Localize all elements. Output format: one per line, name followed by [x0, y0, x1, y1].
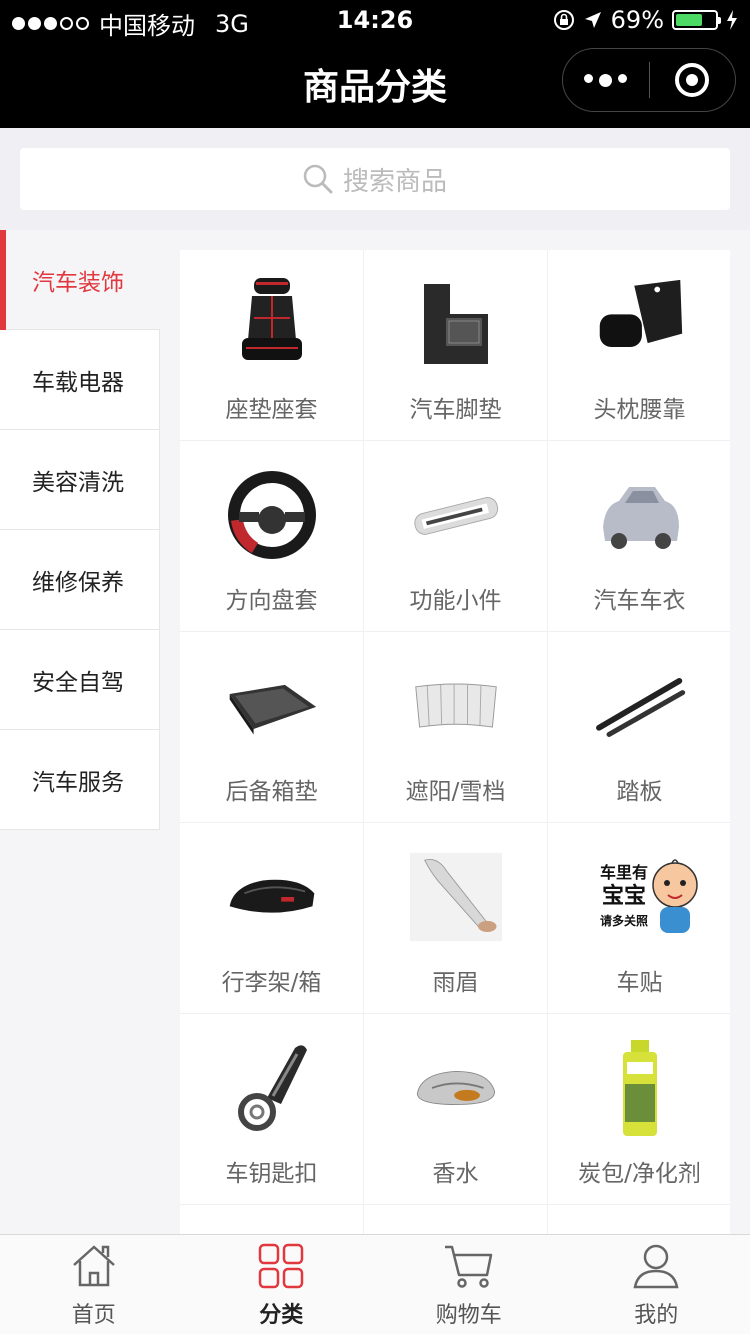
- grid-item-purifier[interactable]: 炭包/净化剂: [548, 1014, 730, 1204]
- sunshade-icon: [410, 654, 502, 758]
- grid-item-roof-box[interactable]: 行李架/箱: [180, 823, 363, 1013]
- grid-item-trunk-mat[interactable]: 后备箱垫: [180, 632, 363, 822]
- grid-item-label: 行李架/箱: [221, 970, 322, 996]
- sidebar-item-label: 安全自驾: [32, 669, 124, 696]
- car-cover-icon: [594, 463, 686, 567]
- charging-icon: [727, 10, 737, 30]
- search-placeholder: 搜索商品: [342, 166, 447, 197]
- sidebar-item-label: 汽车服务: [32, 769, 124, 796]
- headrest-icon: [594, 272, 686, 376]
- close-button[interactable]: [650, 63, 736, 97]
- running-board-icon: [594, 654, 686, 758]
- search-input[interactable]: 搜索商品: [20, 148, 730, 210]
- target-icon: [675, 63, 710, 97]
- grid-item-label: 雨眉: [432, 970, 479, 996]
- battery-icon: [672, 10, 721, 30]
- tab-label: 我的: [634, 1303, 679, 1328]
- grid-item-car-sticker[interactable]: 车里有 宝宝 请多关照 车贴: [548, 823, 730, 1013]
- grid-item-partial[interactable]: [364, 1205, 547, 1234]
- grid-item-floor-mat[interactable]: 汽车脚垫: [364, 250, 547, 440]
- purifier-icon: [594, 1036, 686, 1140]
- seat-cover-icon: [226, 272, 318, 376]
- grid-item-label: 后备箱垫: [225, 779, 318, 805]
- sticker-line-2: 宝宝: [601, 884, 646, 909]
- location-icon: [584, 12, 601, 28]
- grid-item-label: 方向盘套: [225, 588, 318, 614]
- rotation-lock-icon: [553, 10, 574, 30]
- perfume-icon: [410, 1036, 502, 1140]
- sticker-line-1: 车里有: [599, 863, 648, 882]
- grid-item-rain-visor[interactable]: 雨眉: [364, 823, 547, 1013]
- sticker-line-3: 请多关照: [599, 914, 648, 928]
- search-icon: [303, 164, 333, 194]
- tab-home[interactable]: 首页: [0, 1235, 188, 1334]
- grid-item-label: 遮阳/雪档: [405, 779, 506, 805]
- search-area: 搜索商品: [0, 128, 750, 230]
- sidebar-item-label: 美容清洗: [32, 469, 124, 496]
- grid-item-sunshade[interactable]: 遮阳/雪档: [364, 632, 547, 822]
- tab-category[interactable]: 分类: [188, 1235, 376, 1334]
- grid-item-label: 汽车脚垫: [409, 397, 502, 423]
- sidebar-item-car-service[interactable]: 汽车服务: [0, 730, 160, 830]
- tab-profile[interactable]: 我的: [563, 1235, 750, 1334]
- mini-program-capsule: [562, 48, 736, 112]
- grid-item-label: 座垫座套: [225, 397, 318, 423]
- sidebar-item-label: 汽车装饰: [32, 269, 124, 296]
- tab-label: 首页: [71, 1303, 116, 1328]
- grid-item-accessories[interactable]: 功能小件: [364, 441, 547, 631]
- sidebar-item-maintenance[interactable]: 维修保养: [0, 530, 160, 630]
- roof-box-icon: [226, 845, 318, 949]
- sidebar-item-car-electronics[interactable]: 车载电器: [0, 330, 160, 430]
- grid-item-keychain[interactable]: 车钥匙扣: [180, 1014, 363, 1204]
- category-icon: [259, 1243, 304, 1289]
- sidebar-item-cleaning[interactable]: 美容清洗: [0, 430, 160, 530]
- tab-label: 购物车: [435, 1303, 502, 1328]
- grid-item-label: 踏板: [616, 779, 663, 805]
- floor-mat-icon: [410, 272, 502, 376]
- grid-item-label: 车贴: [616, 970, 663, 996]
- car-sticker-icon: 车里有 宝宝 请多关照: [594, 845, 698, 949]
- grid-item-seat-cover[interactable]: 座垫座套: [180, 250, 363, 440]
- grid-item-label: 炭包/净化剂: [578, 1161, 701, 1187]
- grid-item-perfume[interactable]: 香水: [364, 1014, 547, 1204]
- home-icon: [72, 1245, 115, 1287]
- grid-item-label: 香水: [432, 1161, 479, 1187]
- grid-item-headrest[interactable]: 头枕腰靠: [548, 250, 730, 440]
- grid-item-partial[interactable]: [180, 1205, 363, 1234]
- grid-item-label: 车钥匙扣: [225, 1161, 318, 1187]
- tab-cart[interactable]: 购物车: [375, 1235, 563, 1334]
- more-icon: [599, 73, 613, 87]
- tab-label: 分类: [259, 1303, 304, 1328]
- sidebar-item-car-decoration[interactable]: 汽车装饰: [0, 230, 160, 330]
- rain-visor-icon: [410, 845, 502, 949]
- grid-item-label: 头枕腰靠: [593, 397, 686, 423]
- battery-percent: 69%: [610, 6, 664, 34]
- grid-item-running-board[interactable]: 踏板: [548, 632, 730, 822]
- category-sidebar: 汽车装饰 车载电器 美容清洗 维修保养 安全自驾 汽车服务: [0, 230, 160, 830]
- sidebar-item-safety[interactable]: 安全自驾: [0, 630, 160, 730]
- grid-item-label: 汽车车衣: [593, 588, 686, 614]
- accessory-icon: [410, 463, 502, 567]
- more-button[interactable]: [563, 73, 649, 87]
- keychain-icon: [226, 1036, 318, 1140]
- trunk-mat-icon: [226, 654, 318, 758]
- cart-icon: [444, 1245, 492, 1288]
- status-bar: 中国移动 3G 14:26 69%: [0, 0, 750, 40]
- steering-wheel-icon: [226, 463, 318, 567]
- baby-icon: [652, 859, 698, 933]
- profile-icon: [633, 1244, 679, 1289]
- grid-item-car-cover[interactable]: 汽车车衣: [548, 441, 730, 631]
- subcategory-grid: 座垫座套 汽车脚垫 头枕腰靠 方向盘套 功能小件 汽车车衣 后备箱垫 遮阳/雪档…: [180, 250, 730, 1234]
- grid-item-label: 功能小件: [409, 588, 502, 614]
- grid-item-partial[interactable]: [548, 1205, 730, 1234]
- sidebar-item-label: 维修保养: [32, 569, 124, 596]
- sidebar-item-label: 车载电器: [32, 369, 124, 396]
- nav-bar: 商品分类: [0, 40, 750, 128]
- grid-item-steering-cover[interactable]: 方向盘套: [180, 441, 363, 631]
- tab-bar: 首页 分类 购物车 我的: [0, 1234, 750, 1334]
